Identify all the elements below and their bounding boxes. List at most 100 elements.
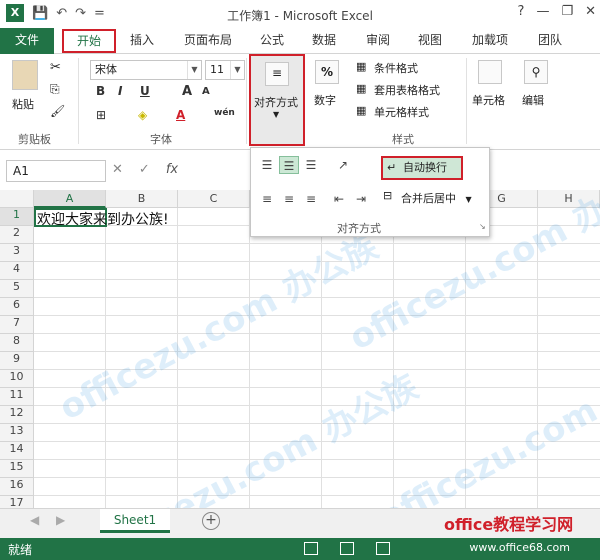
normal-view-icon[interactable] xyxy=(304,542,318,555)
minimize-icon[interactable]: — xyxy=(536,4,549,19)
column-header[interactable]: B xyxy=(106,190,178,208)
row-header[interactable]: 8 xyxy=(0,334,34,352)
row-header[interactable]: 7 xyxy=(0,316,34,334)
column-header[interactable]: C xyxy=(178,190,250,208)
italic-button[interactable]: I xyxy=(118,84,122,98)
row-header[interactable]: 6 xyxy=(0,298,34,316)
tab-file[interactable]: 文件 xyxy=(0,28,54,54)
increase-indent-icon[interactable]: ⇥ xyxy=(351,190,371,208)
row-header[interactable]: 13 xyxy=(0,424,34,442)
decrease-indent-icon[interactable]: ⇤ xyxy=(329,190,349,208)
tab-home[interactable]: 开始 xyxy=(62,29,116,53)
row-header[interactable]: 12 xyxy=(0,406,34,424)
scroll-right-icon[interactable]: ▶ xyxy=(56,513,65,527)
conditional-format-button[interactable]: 条件格式 xyxy=(374,60,418,76)
fill-color-icon[interactable]: ◈ xyxy=(138,108,147,122)
alignment-button[interactable]: ≡ 对齐方式 ▼ xyxy=(249,54,305,146)
column-header[interactable]: A xyxy=(34,190,106,208)
row-header[interactable]: 5 xyxy=(0,280,34,298)
row-header[interactable]: 1 xyxy=(0,208,34,226)
column-header[interactable]: H xyxy=(538,190,600,208)
tab-add-ins[interactable]: 加载项 xyxy=(462,28,518,54)
dialog-launcher-icon[interactable]: ↘ xyxy=(479,222,486,231)
sheet-tab-bar: ◀ ▶ Sheet1 + office教程学习网 xyxy=(0,508,600,538)
align-left-icon[interactable]: ≡ xyxy=(257,190,277,208)
name-box[interactable]: A1 xyxy=(6,160,106,182)
add-sheet-icon[interactable]: + xyxy=(202,512,220,530)
format-table-button[interactable]: 套用表格格式 xyxy=(374,82,440,98)
row-header[interactable]: 10 xyxy=(0,370,34,388)
row-header[interactable]: 15 xyxy=(0,460,34,478)
copy-icon[interactable]: ⎘ xyxy=(50,82,60,97)
page-layout-view-icon[interactable] xyxy=(340,542,354,555)
close-icon[interactable]: ✕ xyxy=(585,4,596,19)
cell-styles-button[interactable]: 单元格样式 xyxy=(374,104,429,120)
row-header[interactable]: 17 xyxy=(0,496,34,508)
insert-function-icon[interactable]: fx xyxy=(166,162,178,177)
row-header[interactable]: 14 xyxy=(0,442,34,460)
page-break-view-icon[interactable] xyxy=(376,542,390,555)
phonetic-icon[interactable]: wén xyxy=(214,108,235,118)
font-color-icon[interactable]: A xyxy=(176,108,185,122)
tab-data[interactable]: 数据 xyxy=(304,28,344,54)
row-header[interactable]: 2 xyxy=(0,226,34,244)
wrap-text-button[interactable]: ↵ 自动换行 xyxy=(381,156,463,180)
brand-watermark: office教程学习网 xyxy=(444,515,574,534)
underline-button[interactable]: U xyxy=(140,84,150,98)
bold-button[interactable]: B xyxy=(96,84,105,98)
font-name-value: 宋体 xyxy=(95,63,117,76)
cancel-icon[interactable]: ✕ xyxy=(112,162,123,177)
tab-team[interactable]: 团队 xyxy=(530,28,570,54)
tab-page-layout[interactable]: 页面布局 xyxy=(176,28,240,54)
shrink-font-button[interactable]: A xyxy=(202,86,210,97)
merge-icon: ⊟ xyxy=(383,189,393,202)
row-header[interactable]: 9 xyxy=(0,352,34,370)
chevron-down-icon: ▼ xyxy=(273,110,280,119)
restore-icon[interactable]: ❐ xyxy=(561,4,573,19)
tab-review[interactable]: 审阅 xyxy=(358,28,398,54)
worksheet-grid[interactable]: A B C D E F G H 1 2 3 4 5 6 7 8 9 10 11 … xyxy=(0,190,600,508)
merge-center-button[interactable]: ⊟ 合并后居中 ▼ xyxy=(381,189,472,206)
cells-button-label[interactable]: 单元格 xyxy=(472,92,505,108)
font-group-label: 字体 xyxy=(150,133,172,146)
row-header[interactable]: 16 xyxy=(0,478,34,496)
borders-icon[interactable]: ⊞ xyxy=(96,108,106,122)
enter-icon[interactable]: ✓ xyxy=(139,162,150,177)
format-table-icon[interactable]: ▦ xyxy=(356,82,366,95)
window-controls: ? — ❐ ✕ xyxy=(518,4,596,19)
tab-insert[interactable]: 插入 xyxy=(122,28,162,54)
alignment-icon: ≡ xyxy=(265,62,289,86)
row-header[interactable]: 11 xyxy=(0,388,34,406)
tab-formulas[interactable]: 公式 xyxy=(252,28,292,54)
cells-icon[interactable] xyxy=(478,60,502,84)
orientation-icon[interactable]: ↗ xyxy=(333,156,353,174)
format-painter-icon[interactable]: 🖌 xyxy=(50,104,65,118)
number-button-label[interactable]: 数字 xyxy=(314,92,336,108)
cell-styles-icon[interactable]: ▦ xyxy=(356,104,366,117)
paste-button-label[interactable]: 粘贴 xyxy=(12,96,34,112)
binoculars-icon[interactable]: ⚲ xyxy=(524,60,548,84)
row-header[interactable]: 4 xyxy=(0,262,34,280)
select-all-corner[interactable] xyxy=(0,190,34,208)
tab-view[interactable]: 视图 xyxy=(410,28,450,54)
font-name-select[interactable]: 宋体 ▼ xyxy=(90,60,202,80)
scroll-left-icon[interactable]: ◀ xyxy=(30,513,39,527)
status-bar: 就绪 www.office68.com xyxy=(0,538,600,560)
font-size-select[interactable]: 11 ▼ xyxy=(205,60,245,80)
middle-align-icon[interactable]: ☰ xyxy=(279,156,299,174)
paste-icon[interactable] xyxy=(12,60,38,90)
help-icon[interactable]: ? xyxy=(518,4,525,19)
font-size-value: 11 xyxy=(210,63,224,76)
align-center-icon[interactable]: ≡ xyxy=(279,190,299,208)
cut-icon[interactable]: ✂ xyxy=(50,60,61,75)
top-align-icon[interactable]: ☰ xyxy=(257,156,277,174)
grow-font-button[interactable]: A xyxy=(182,84,192,99)
row-header[interactable]: 3 xyxy=(0,244,34,262)
cells-area[interactable] xyxy=(34,208,600,508)
bottom-align-icon[interactable]: ☰ xyxy=(301,156,321,174)
align-right-icon[interactable]: ≡ xyxy=(301,190,321,208)
conditional-format-icon[interactable]: ▦ xyxy=(356,60,366,73)
percent-icon[interactable]: % xyxy=(315,60,339,84)
editing-button-label[interactable]: 编辑 xyxy=(522,92,544,108)
sheet-tab-sheet1[interactable]: Sheet1 xyxy=(100,509,170,533)
